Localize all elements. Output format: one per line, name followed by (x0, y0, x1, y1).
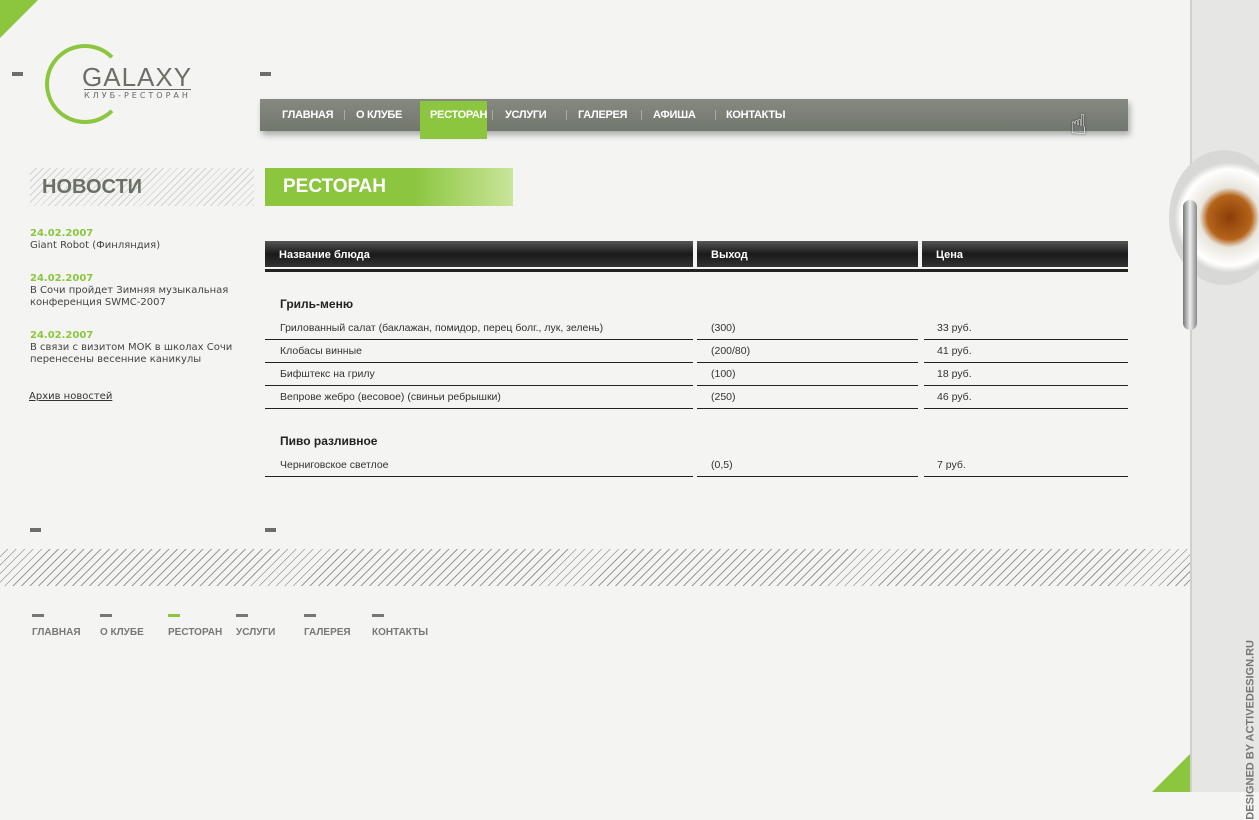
nav-restaurant[interactable]: РЕСТОРАН (430, 109, 488, 121)
page-title: РЕСТОРАН (283, 176, 386, 197)
footer-nav-item[interactable]: УСЛУГИ (236, 614, 275, 638)
header-dish-name: Название блюда (265, 241, 693, 267)
page-heading: РЕСТОРАН (265, 168, 513, 206)
dish-portion: (0,5) (697, 454, 918, 477)
dash-marker (260, 72, 271, 76)
footer-nav-item[interactable]: ГЛАВНАЯ (32, 614, 81, 638)
section-title: Пиво разливное (280, 434, 378, 448)
main-nav: ГЛАВНАЯ О КЛУБЕ РЕСТОРАН УСЛУГИ ГАЛЕРЕЯ … (260, 99, 1128, 139)
dish-price: 18 руб. (924, 363, 1128, 386)
corner-decoration (1152, 754, 1190, 792)
footer-nav-item[interactable]: ГАЛЕРЕЯ (304, 614, 351, 638)
footer-nav-label: КОНТАКТЫ (372, 627, 429, 638)
corner-decoration (0, 0, 38, 38)
footer-nav-label: О КЛУБЕ (100, 627, 144, 638)
dash-marker (32, 614, 44, 617)
dish-name: Вепрове жебро (весовое) (свиньи ребрышки… (265, 386, 693, 409)
nav-separator (715, 110, 716, 120)
header-portion: Выход (697, 241, 918, 267)
news-text: В Сочи пройдет Зимняя музыкальная конфер… (30, 285, 229, 308)
news-title: НОВОСТИ (42, 176, 143, 198)
dish-portion: (200/80) (697, 340, 918, 363)
dish-portion: (100) (697, 363, 918, 386)
dash-marker (372, 614, 384, 617)
footer-nav-item[interactable]: О КЛУБЕ (100, 614, 144, 638)
dish-price: 46 руб. (924, 386, 1128, 409)
footer-nav-label: ГАЛЕРЕЯ (304, 627, 351, 638)
news-archive-link[interactable]: Архив новостей (29, 391, 112, 402)
footer-nav-label: ГЛАВНАЯ (32, 627, 81, 638)
news-text: Giant Robot (Финляндия) (30, 240, 161, 251)
footer-nav-item[interactable]: РЕСТОРАН (168, 614, 222, 638)
dash-marker (30, 528, 41, 532)
nav-gallery[interactable]: ГАЛЕРЕЯ (578, 109, 627, 121)
dish-name: Клобасы винные (265, 340, 693, 363)
nav-afisha[interactable]: АФИША (653, 109, 696, 121)
dash-marker (100, 614, 112, 617)
nav-separator (492, 110, 493, 120)
news-item[interactable]: 24.02.2007 В связи с визитом МОК в школах… (30, 330, 250, 366)
logo-subtitle: КЛУБ-РЕСТОРАН (84, 89, 191, 100)
nav-home[interactable]: ГЛАВНАЯ (282, 109, 334, 121)
dash-marker (168, 614, 180, 617)
news-date: 24.02.2007 (30, 228, 94, 239)
dash-marker (265, 528, 276, 532)
footer-nav-label: УСЛУГИ (236, 627, 276, 638)
footer-nav-label: РЕСТОРАН (168, 627, 223, 638)
section-title: Гриль-меню (280, 297, 354, 311)
dish-name: Грилованный салат (баклажан, помидор, пе… (265, 317, 693, 340)
dish-name: Бифштекс на грилу (265, 363, 693, 386)
dish-portion: (250) (697, 386, 918, 409)
dash-marker (12, 72, 23, 76)
nav-separator (566, 110, 567, 120)
dish-portion: (300) (697, 317, 918, 340)
hand-pointer-icon: ☝ (1070, 108, 1088, 141)
footer-nav-item[interactable]: КОНТАКТЫ (372, 614, 428, 638)
nav-separator (641, 110, 642, 120)
nav-contacts[interactable]: КОНТАКТЫ (726, 109, 786, 121)
news-date: 24.02.2007 (30, 273, 94, 284)
news-text: В связи с визитом МОК в школах Сочи пере… (30, 342, 233, 365)
right-sidebar: DESIGNED BY ACTIVEDESIGN.RU (1169, 0, 1259, 820)
dish-price: 7 руб. (924, 454, 1128, 477)
news-item[interactable]: 24.02.2007 В Сочи пройдет Зимняя музыкаль… (30, 273, 250, 309)
nav-about[interactable]: О КЛУБЕ (356, 109, 402, 121)
dish-price: 33 руб. (924, 317, 1128, 340)
dish-price: 41 руб. (924, 340, 1128, 363)
nav-separator (344, 110, 345, 120)
spoon-image (1183, 200, 1197, 330)
dash-marker (236, 614, 248, 617)
news-heading: НОВОСТИ (30, 168, 254, 206)
dish-name: Черниговское светлое (265, 454, 693, 477)
dash-marker (304, 614, 316, 617)
header-price: Цена (922, 241, 1128, 267)
designer-credit[interactable]: DESIGNED BY ACTIVEDESIGN.RU (1245, 640, 1257, 820)
news-item[interactable]: 24.02.2007 Giant Robot (Финляндия) (30, 228, 250, 252)
footer-stripe (0, 549, 1190, 586)
news-date: 24.02.2007 (30, 330, 94, 341)
nav-services[interactable]: УСЛУГИ (505, 109, 547, 121)
header-divider (265, 269, 1128, 272)
